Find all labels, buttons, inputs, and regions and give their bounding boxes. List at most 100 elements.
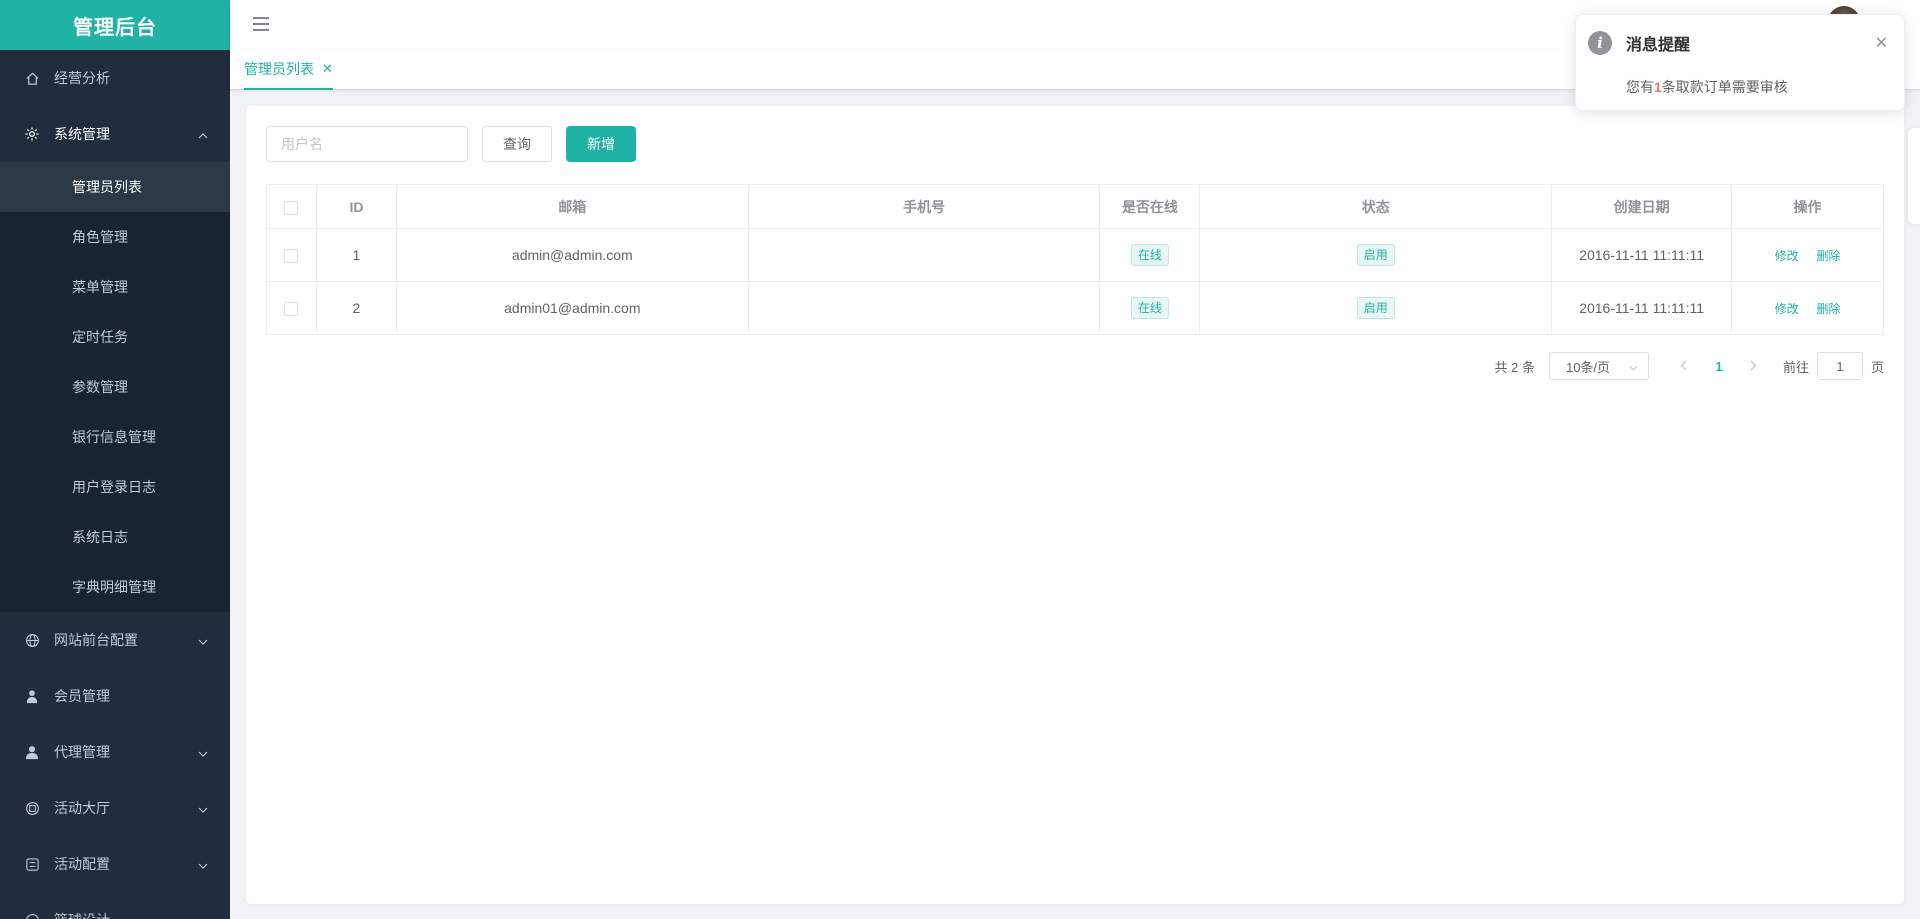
ball-icon — [24, 912, 40, 919]
goto-suffix: 页 — [1870, 359, 1884, 375]
online-badge: 在线 — [1130, 244, 1169, 266]
cell-id: 2 — [315, 281, 397, 335]
sidebar-item-label: 网站前台配置 — [54, 632, 138, 648]
sidebar-item-parameter-management[interactable]: 参数管理 — [0, 362, 230, 412]
row-select-cell — [266, 281, 317, 335]
row-checkbox[interactable] — [284, 302, 299, 317]
select-all-cell — [266, 184, 317, 229]
chevron-down-icon — [198, 800, 208, 816]
pagination: 共 2 条 10条/页 1 前往 1 页 — [1494, 352, 1884, 380]
prev-page-button[interactable] — [1669, 359, 1699, 374]
close-icon[interactable]: ✕ — [1875, 33, 1888, 53]
username-search-input[interactable] — [266, 126, 468, 162]
status-badge: 启用 — [1356, 244, 1395, 266]
chevron-down-icon — [198, 856, 208, 872]
column-header-online[interactable]: 是否在线 — [1099, 184, 1201, 229]
sidebar-item-scheduled-tasks[interactable]: 定时任务 — [0, 312, 230, 362]
notification-popup: i 消息提醒 ✕ 您有1条取款订单需要审核 — [1575, 14, 1905, 111]
chevron-down-icon — [198, 632, 208, 648]
sidebar-item-dictionary[interactable]: 字典明细管理 — [0, 562, 230, 612]
table-header-row: ID 邮箱 手机号 是否在线 状态 创建日期 操作 — [266, 184, 1884, 229]
sidebar-item-label: 篮球设计 — [54, 910, 110, 919]
page-size-select[interactable]: 10条/页 — [1548, 352, 1649, 380]
sidebar-item-more[interactable]: 篮球设计 — [0, 892, 230, 919]
sidebar-item-activity-config[interactable]: 活动配置 — [0, 836, 230, 892]
edit-button[interactable]: 修改 — [1775, 249, 1799, 263]
cell-online: 在线 — [1099, 228, 1201, 282]
cell-actions: 修改 删除 — [1731, 228, 1884, 282]
sidebar-item-business-analysis[interactable]: 经营分析 — [0, 50, 230, 106]
sidebar-item-role-management[interactable]: 角色管理 — [0, 212, 230, 262]
online-badge: 在线 — [1130, 297, 1169, 319]
delete-button[interactable]: 删除 — [1816, 302, 1840, 316]
sidebar-item-menu-management[interactable]: 菜单管理 — [0, 262, 230, 312]
page-size-value: 10条/页 — [1565, 359, 1611, 375]
settings-drawer-handle[interactable] — [1908, 128, 1920, 224]
gear-icon — [24, 126, 40, 142]
sidebar-item-label: 会员管理 — [54, 688, 110, 704]
cell-created: 2016-11-11 11:11:11 — [1551, 228, 1733, 282]
hamburger-menu-icon[interactable] — [252, 16, 270, 35]
sidebar-item-member-management[interactable]: 会员管理 — [0, 668, 230, 724]
member-icon — [24, 688, 40, 704]
sidebar-item-label: 系统管理 — [54, 126, 110, 142]
cell-phone — [747, 228, 1101, 282]
sidebar: 管理后台 经营分析 系统管理 管理员列表 角色管理 菜单管理 定时任务 参数管理… — [0, 0, 230, 919]
tab-label: 管理员列表 — [244, 61, 314, 77]
activity-icon — [24, 800, 40, 816]
cell-email: admin@admin.com — [395, 228, 749, 282]
cell-phone — [747, 281, 1101, 335]
chevron-up-icon — [198, 126, 208, 142]
column-header-created[interactable]: 创建日期 — [1551, 184, 1733, 229]
column-header-email[interactable]: 邮箱 — [395, 184, 749, 229]
add-button[interactable]: 新增 — [566, 126, 636, 162]
column-header-status[interactable]: 状态 — [1199, 184, 1553, 229]
sidebar-item-admin-list[interactable]: 管理员列表 — [0, 162, 230, 212]
delete-button[interactable]: 删除 — [1816, 249, 1840, 263]
page-jumper: 前往 1 页 — [1783, 352, 1884, 380]
close-icon[interactable]: ✕ — [322, 61, 333, 77]
sidebar-item-system-management[interactable]: 系统管理 — [0, 106, 230, 162]
page-number-current[interactable]: 1 — [1699, 359, 1739, 374]
admin-table: ID 邮箱 手机号 是否在线 状态 创建日期 操作 1 admin@admin.… — [266, 184, 1884, 335]
goto-prefix: 前往 — [1782, 359, 1809, 375]
search-toolbar: 查询 新增 — [266, 126, 636, 162]
config-icon — [24, 856, 40, 872]
chevron-down-icon — [198, 744, 208, 760]
select-all-checkbox[interactable] — [284, 200, 299, 215]
sidebar-item-label: 代理管理 — [54, 744, 110, 760]
column-header-id[interactable]: ID — [315, 184, 397, 229]
status-badge: 启用 — [1356, 297, 1395, 319]
system-submenu: 管理员列表 角色管理 菜单管理 定时任务 参数管理 银行信息管理 用户登录日志 … — [0, 162, 230, 612]
table-row: 1 admin@admin.com 在线 启用 2016-11-11 11:11… — [266, 228, 1884, 282]
column-header-actions: 操作 — [1731, 184, 1884, 229]
sidebar-item-agent-management[interactable]: 代理管理 — [0, 724, 230, 780]
column-header-phone[interactable]: 手机号 — [747, 184, 1101, 229]
sidebar-item-label: 活动配置 — [54, 856, 110, 872]
next-page-button[interactable] — [1739, 359, 1769, 374]
goto-page-input[interactable]: 1 — [1816, 352, 1863, 380]
cell-id: 1 — [315, 228, 397, 282]
pagination-total: 共 2 条 — [1494, 359, 1535, 375]
notification-count: 1 — [1654, 79, 1662, 95]
query-button[interactable]: 查询 — [482, 126, 552, 162]
cell-actions: 修改 删除 — [1731, 281, 1884, 335]
main-content-card: 查询 新增 ID 邮箱 手机号 是否在线 状态 创建日期 操作 1 admin@… — [246, 106, 1904, 904]
table-row: 2 admin01@admin.com 在线 启用 2016-11-11 11:… — [266, 281, 1884, 335]
sidebar-item-activity-hall[interactable]: 活动大厅 — [0, 780, 230, 836]
tab-admin-list[interactable]: 管理员列表 ✕ — [244, 50, 333, 90]
cell-email: admin01@admin.com — [395, 281, 749, 335]
sidebar-item-bank-info[interactable]: 银行信息管理 — [0, 412, 230, 462]
sidebar-item-login-log[interactable]: 用户登录日志 — [0, 462, 230, 512]
sidebar-item-system-log[interactable]: 系统日志 — [0, 512, 230, 562]
sidebar-item-label: 活动大厅 — [54, 800, 110, 816]
home-icon — [24, 70, 40, 86]
row-checkbox[interactable] — [284, 249, 299, 264]
notification-prefix: 您有 — [1626, 79, 1654, 95]
cell-status: 启用 — [1199, 281, 1553, 335]
app-logo: 管理后台 — [0, 0, 230, 50]
notification-suffix: 条取款订单需要审核 — [1661, 79, 1788, 95]
info-icon: i — [1588, 31, 1612, 55]
sidebar-item-site-frontend-config[interactable]: 网站前台配置 — [0, 612, 230, 668]
edit-button[interactable]: 修改 — [1775, 302, 1799, 316]
